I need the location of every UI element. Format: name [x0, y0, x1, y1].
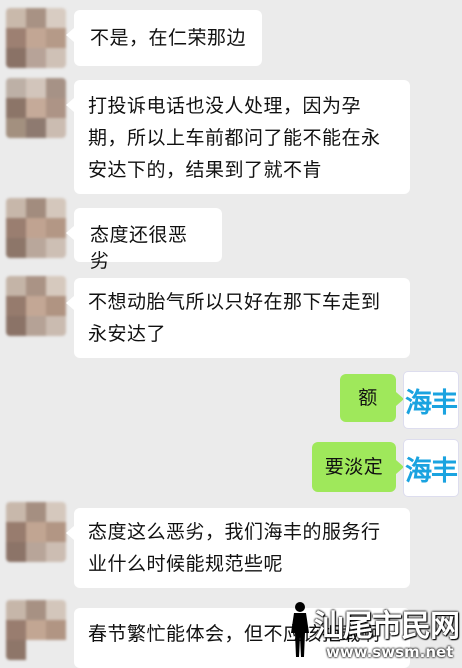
watermark-title: 汕尾市民网	[314, 609, 460, 644]
site-watermark: 汕尾市民网 www.swsm.net	[286, 599, 460, 661]
message-text: 额	[358, 387, 378, 409]
message-text: 不是，在仁荣那边	[90, 27, 247, 49]
contact-avatar[interactable]	[6, 600, 66, 660]
contact-avatar[interactable]	[6, 78, 66, 138]
message-text: 打投诉电话也没人处理，因为孕期，所以上车前都问了能不能在永安达下的，结果到了就不…	[88, 95, 381, 181]
contact-avatar[interactable]	[6, 502, 66, 562]
my-avatar-logo[interactable]: 海丰	[404, 440, 458, 496]
avatar-logo-text: 海丰	[405, 387, 458, 419]
figure-silhouette-icon	[291, 602, 309, 657]
message-bubble[interactable]: 态度还很恶劣	[66, 208, 222, 272]
chat-conversation: 不是，在仁荣那边 打投诉电话也没人处理，因为孕期，所以上车前都问了能不能在永安达…	[0, 0, 462, 668]
contact-avatar[interactable]	[6, 276, 66, 336]
contact-avatar[interactable]	[6, 198, 66, 258]
message-bubble[interactable]: 不是，在仁荣那边	[66, 10, 262, 66]
message-text: 态度还很恶劣	[90, 224, 188, 272]
message-text: 态度这么恶劣，我们海丰的服务行业什么时候能规范些呢	[88, 521, 381, 575]
message-bubble[interactable]: 打投诉电话也没人处理，因为孕期，所以上车前都问了能不能在永安达下的，结果到了就不…	[66, 80, 410, 194]
message-bubble[interactable]: 不想动胎气所以只好在那下车走到永安达了	[66, 278, 410, 358]
avatar-logo-text: 海丰	[405, 455, 458, 487]
message-text: 要淡定	[324, 456, 384, 478]
message-bubble-outgoing[interactable]: 额	[340, 374, 404, 422]
contact-avatar[interactable]	[6, 8, 66, 68]
message-bubble[interactable]: 态度这么恶劣，我们海丰的服务行业什么时候能规范些呢	[66, 508, 410, 588]
message-text: 不想动胎气所以只好在那下车走到永安达了	[88, 291, 381, 345]
watermark-url: www.swsm.net	[326, 643, 454, 661]
message-bubble-outgoing[interactable]: 要淡定	[312, 442, 404, 492]
my-avatar-logo[interactable]: 海丰	[404, 372, 458, 428]
